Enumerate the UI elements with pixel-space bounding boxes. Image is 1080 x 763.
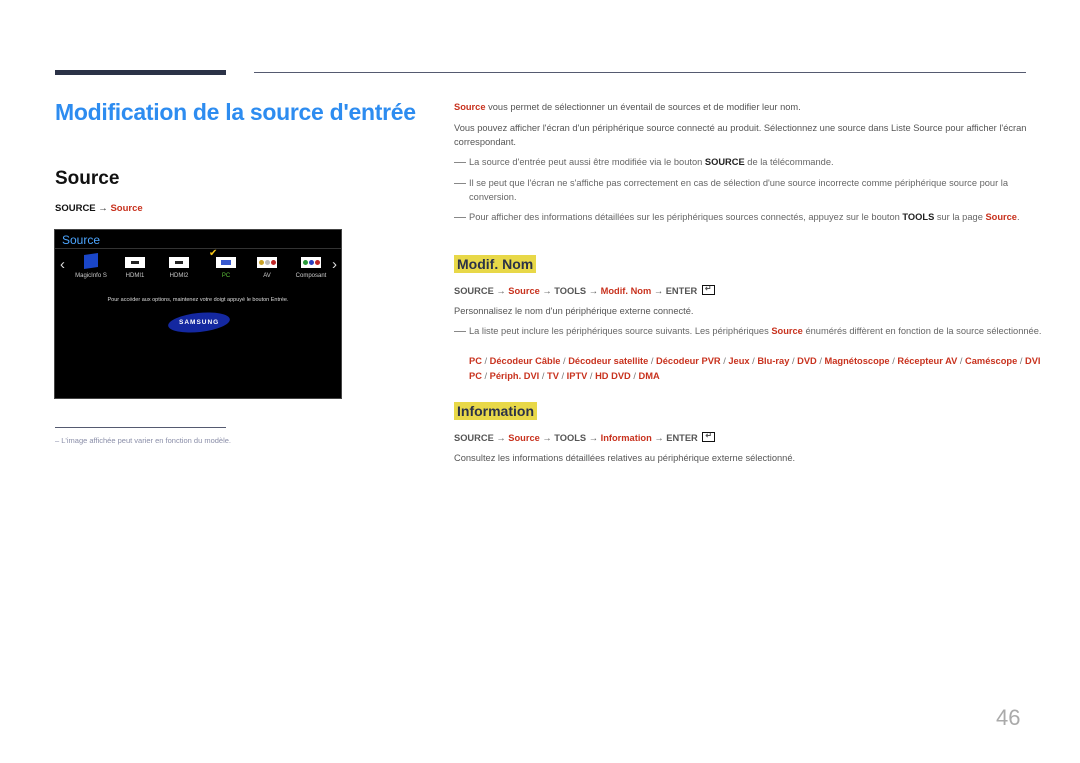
device-separator: /: [1017, 356, 1025, 366]
source-screen-illustration: Source ‹ › ✔ MagicInfo S HDMI1 HDMI2 PC …: [54, 229, 342, 399]
device-item: IPTV: [566, 371, 588, 381]
note-conversion: Il se peut que l'écran ne s'affiche pas …: [454, 176, 1044, 204]
device-item: Décodeur Câble: [489, 356, 561, 366]
header-rule: [254, 72, 1026, 73]
path-item: Source: [110, 203, 143, 214]
device-item: HD DVD: [595, 371, 631, 381]
magicinfo-icon: [84, 253, 98, 269]
menu-path-modif: SOURCE → Source → TOOLS → Modif. Nom → E…: [454, 282, 1029, 298]
note-tools: Pour afficher des informations détaillée…: [454, 210, 1044, 224]
note-dash-icon: [454, 183, 466, 185]
header-bar-accent: [55, 70, 226, 75]
device-item: Périph. DVI: [489, 371, 540, 381]
device-separator: /: [789, 356, 798, 366]
device-item: Décodeur satellite: [568, 356, 649, 366]
device-separator: /: [816, 356, 825, 366]
source-item-magicinfo: MagicInfo S: [69, 253, 113, 279]
device-item: Blu-ray: [757, 356, 790, 366]
hdmi-icon: [125, 257, 145, 268]
enter-icon: [701, 282, 715, 296]
note-source-list: La liste peut inclure les périphériques …: [454, 324, 1044, 338]
device-item: PC: [469, 356, 482, 366]
note-dash-icon: [454, 217, 466, 219]
device-separator: /: [648, 356, 657, 366]
menu-path: SOURCE → Source: [55, 203, 143, 214]
screen-title: Source: [62, 233, 101, 247]
note-remote: La source d'entrée peut aussi être modif…: [454, 155, 1044, 169]
source-item-hdmi1: HDMI1: [113, 257, 157, 279]
device-separator: /: [558, 371, 567, 381]
page-number: 46: [996, 705, 1021, 730]
path-root: SOURCE: [55, 203, 96, 214]
section-heading-modif-nom: Modif. Nom: [454, 255, 537, 273]
av-icon: [257, 257, 277, 268]
enter-icon: [702, 429, 716, 443]
device-separator: /: [481, 371, 490, 381]
device-separator: /: [587, 371, 596, 381]
device-separator: /: [957, 356, 966, 366]
source-item-pc: PC: [204, 257, 248, 279]
device-separator: /: [481, 356, 490, 366]
intro-paragraph: Source vous permet de sélectionner un év…: [454, 102, 801, 112]
screen-divider: [55, 248, 341, 249]
modif-description: Personnalisez le nom d'un périphérique e…: [454, 306, 694, 316]
hdmi-icon: [169, 257, 189, 268]
note-dash-icon: [454, 162, 466, 164]
menu-path-information: SOURCE → Source → TOOLS → Information → …: [454, 429, 1029, 445]
section-heading-source: Source: [55, 168, 120, 189]
page-title: Modification de la source d'entrée: [55, 99, 416, 125]
screen-hint: Pour accéder aux options, maintenez votr…: [107, 297, 289, 303]
device-separator: /: [539, 371, 548, 381]
device-list: PC / Décodeur Câble / Décodeur satellite…: [454, 354, 1044, 384]
path-arrow: →: [98, 203, 108, 214]
description-paragraph: Vous pouvez afficher l'écran d'un périph…: [454, 123, 1027, 147]
device-item: DMA: [638, 371, 660, 381]
footnote: – L'image affichée peut varier en foncti…: [55, 436, 232, 445]
source-item-hdmi2: HDMI2: [157, 257, 201, 279]
source-item-composant: Composant: [289, 257, 333, 279]
pc-icon: [216, 257, 236, 268]
device-item: Magnétoscope: [824, 356, 890, 366]
note-dash-icon: [454, 331, 466, 333]
section-heading-information: Information: [454, 402, 537, 420]
information-description: Consultez les informations détaillées re…: [454, 453, 796, 463]
chevron-left-icon: ‹: [60, 256, 65, 273]
device-item: Caméscope: [965, 356, 1018, 366]
device-item: Décodeur PVR: [656, 356, 721, 366]
footnote-rule: [55, 427, 226, 428]
device-item: Jeux: [728, 356, 750, 366]
device-item: TV: [547, 371, 559, 381]
component-icon: [301, 257, 321, 268]
device-item: Récepteur AV: [897, 356, 958, 366]
source-item-av: AV: [245, 257, 289, 279]
samsung-logo: SAMSUNG: [167, 309, 231, 336]
device-item: DVD: [797, 356, 817, 366]
